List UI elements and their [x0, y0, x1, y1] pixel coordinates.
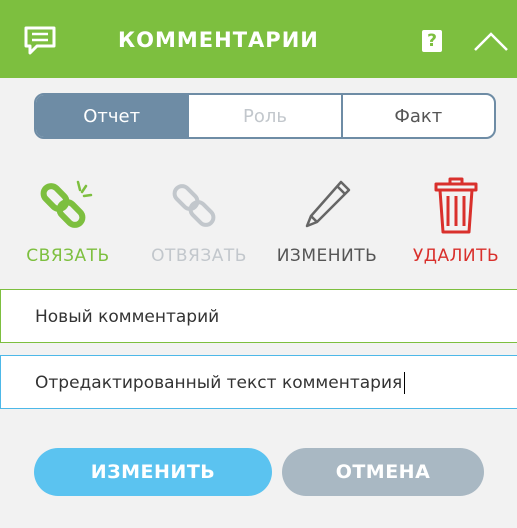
save-button[interactable]: ИЗМЕНИТЬ — [34, 448, 272, 496]
tab-report[interactable]: Отчет — [36, 95, 188, 137]
comments-panel: КОММЕНТАРИИ ? Отчет Роль Факт СВЯЗАТЬ ОТ… — [0, 0, 517, 528]
new-comment-text: Новый комментарий — [35, 307, 220, 327]
unlink-icon — [172, 184, 216, 227]
unlink-label: ОТВЯЗАТЬ — [151, 246, 247, 266]
tab-fact[interactable]: Факт — [340, 95, 494, 137]
new-comment-item[interactable]: Новый комментарий — [0, 289, 517, 343]
link-icon — [40, 180, 93, 228]
help-button[interactable]: ? — [422, 30, 442, 52]
panel-title: КОММЕНТАРИИ — [118, 28, 319, 52]
delete-button[interactable]: УДАЛИТЬ — [398, 168, 514, 278]
edit-label: ИЗМЕНИТЬ — [276, 246, 378, 266]
edit-button[interactable]: ИЗМЕНИТЬ — [262, 168, 392, 278]
link-label: СВЯЗАТЬ — [26, 246, 110, 266]
action-toolbar: СВЯЗАТЬ ОТВЯЗАТЬ ИЗМЕНИТЬ УДАЛИТЬ — [0, 168, 517, 278]
panel-header: КОММЕНТАРИИ ? — [0, 0, 517, 78]
text-caret — [404, 372, 406, 394]
chevron-up-icon[interactable] — [471, 24, 511, 56]
unlink-button[interactable]: ОТВЯЗАТЬ — [138, 168, 260, 278]
cancel-button[interactable]: ОТМЕНА — [282, 448, 484, 496]
delete-label: УДАЛИТЬ — [412, 246, 500, 266]
edit-comment-text: Отредактированный текст комментария — [35, 373, 403, 393]
edit-comment-input[interactable]: Отредактированный текст комментария — [0, 355, 517, 409]
comment-icon — [24, 26, 56, 55]
view-tabs: Отчет Роль Факт — [34, 93, 496, 139]
tab-role[interactable]: Роль — [187, 95, 340, 137]
trash-icon — [434, 177, 478, 234]
pencil-icon — [305, 180, 351, 228]
link-button[interactable]: СВЯЗАТЬ — [0, 168, 136, 278]
